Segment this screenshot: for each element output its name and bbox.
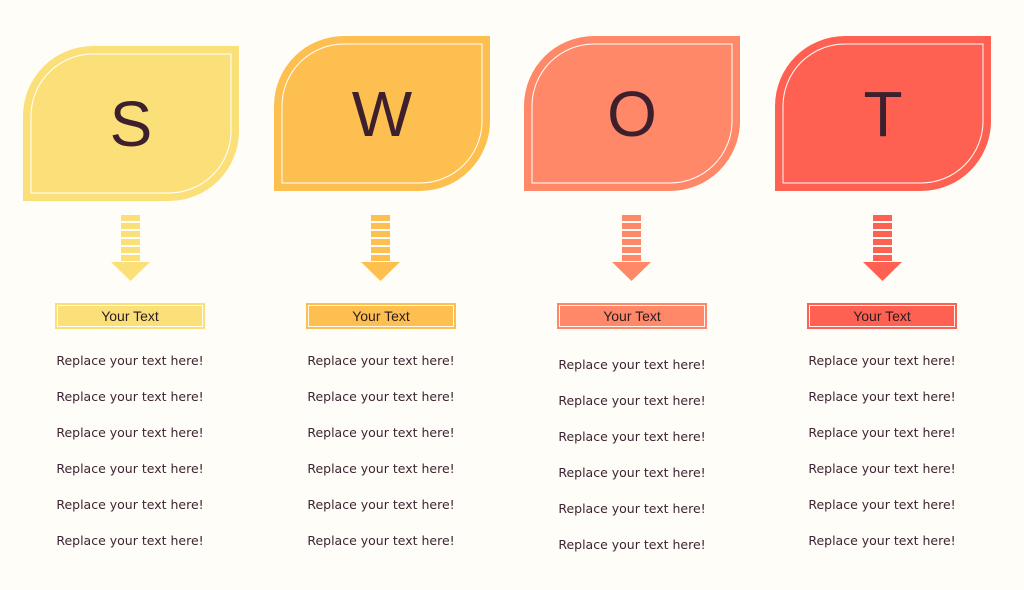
arrow-stripe	[622, 223, 641, 229]
arrow-stripe	[622, 239, 641, 245]
list-item[interactable]: Replace your text here!	[797, 425, 967, 461]
list-item[interactable]: Replace your text here!	[547, 429, 717, 465]
list-item[interactable]: Replace your text here!	[296, 461, 466, 497]
list-item[interactable]: Replace your text here!	[45, 497, 215, 533]
arrow-stripe	[121, 255, 140, 261]
down-arrow-icon	[361, 215, 400, 281]
arrow-stripe	[121, 223, 140, 229]
swot-letter: S	[109, 87, 153, 160]
arrow-stripe	[873, 231, 892, 237]
arrow-stripe	[121, 231, 140, 237]
item-list: Replace your text here! Replace your tex…	[45, 353, 215, 569]
arrow-stripe	[371, 231, 390, 237]
swot-card-t: T	[775, 36, 991, 191]
column-header-label[interactable]: Your Text	[807, 303, 957, 329]
down-arrow-icon	[612, 215, 651, 281]
arrow-stripe	[121, 247, 140, 253]
arrow-stripe	[371, 247, 390, 253]
list-item[interactable]: Replace your text here!	[797, 389, 967, 425]
down-arrow-icon	[111, 215, 150, 281]
list-item[interactable]: Replace your text here!	[45, 461, 215, 497]
arrow-stripe	[873, 223, 892, 229]
arrow-stripe	[121, 215, 140, 221]
arrow-stripe	[873, 247, 892, 253]
column-header-label[interactable]: Your Text	[306, 303, 456, 329]
list-item[interactable]: Replace your text here!	[296, 389, 466, 425]
list-item[interactable]: Replace your text here!	[547, 357, 717, 393]
list-item[interactable]: Replace your text here!	[797, 497, 967, 533]
arrow-stripe	[873, 215, 892, 221]
list-item[interactable]: Replace your text here!	[547, 537, 717, 573]
swot-card-w: W	[274, 36, 490, 191]
swot-letter: O	[607, 77, 657, 150]
list-item[interactable]: Replace your text here!	[45, 533, 215, 569]
list-item[interactable]: Replace your text here!	[797, 353, 967, 389]
list-item[interactable]: Replace your text here!	[797, 461, 967, 497]
list-item[interactable]: Replace your text here!	[547, 465, 717, 501]
down-arrow-icon	[863, 215, 902, 281]
column-header-label[interactable]: Your Text	[557, 303, 707, 329]
arrow-stripe	[371, 223, 390, 229]
list-item[interactable]: Replace your text here!	[296, 533, 466, 569]
column-header-label[interactable]: Your Text	[55, 303, 205, 329]
arrow-stripe	[622, 247, 641, 253]
arrow-stripe	[371, 215, 390, 221]
list-item[interactable]: Replace your text here!	[45, 425, 215, 461]
swot-letter: T	[863, 77, 903, 150]
item-list: Replace your text here! Replace your tex…	[547, 357, 717, 573]
arrow-stripe	[371, 255, 390, 261]
list-item[interactable]: Replace your text here!	[547, 393, 717, 429]
list-item[interactable]: Replace your text here!	[547, 501, 717, 537]
list-item[interactable]: Replace your text here!	[296, 497, 466, 533]
item-list: Replace your text here! Replace your tex…	[296, 353, 466, 569]
arrow-stripe	[873, 239, 892, 245]
arrow-head	[111, 262, 150, 281]
arrow-stripe	[371, 239, 390, 245]
arrow-stripe	[121, 239, 140, 245]
arrow-head	[863, 262, 902, 281]
arrow-head	[361, 262, 400, 281]
arrow-stripe	[622, 231, 641, 237]
arrow-stripe	[622, 215, 641, 221]
arrow-head	[612, 262, 651, 281]
swot-card-o: O	[524, 36, 740, 191]
arrow-stripe	[622, 255, 641, 261]
arrow-stripe	[873, 255, 892, 261]
swot-letter: W	[351, 77, 413, 150]
list-item[interactable]: Replace your text here!	[296, 425, 466, 461]
list-item[interactable]: Replace your text here!	[797, 533, 967, 569]
item-list: Replace your text here! Replace your tex…	[797, 353, 967, 569]
list-item[interactable]: Replace your text here!	[296, 353, 466, 389]
list-item[interactable]: Replace your text here!	[45, 389, 215, 425]
swot-card-s: S	[23, 46, 239, 201]
list-item[interactable]: Replace your text here!	[45, 353, 215, 389]
